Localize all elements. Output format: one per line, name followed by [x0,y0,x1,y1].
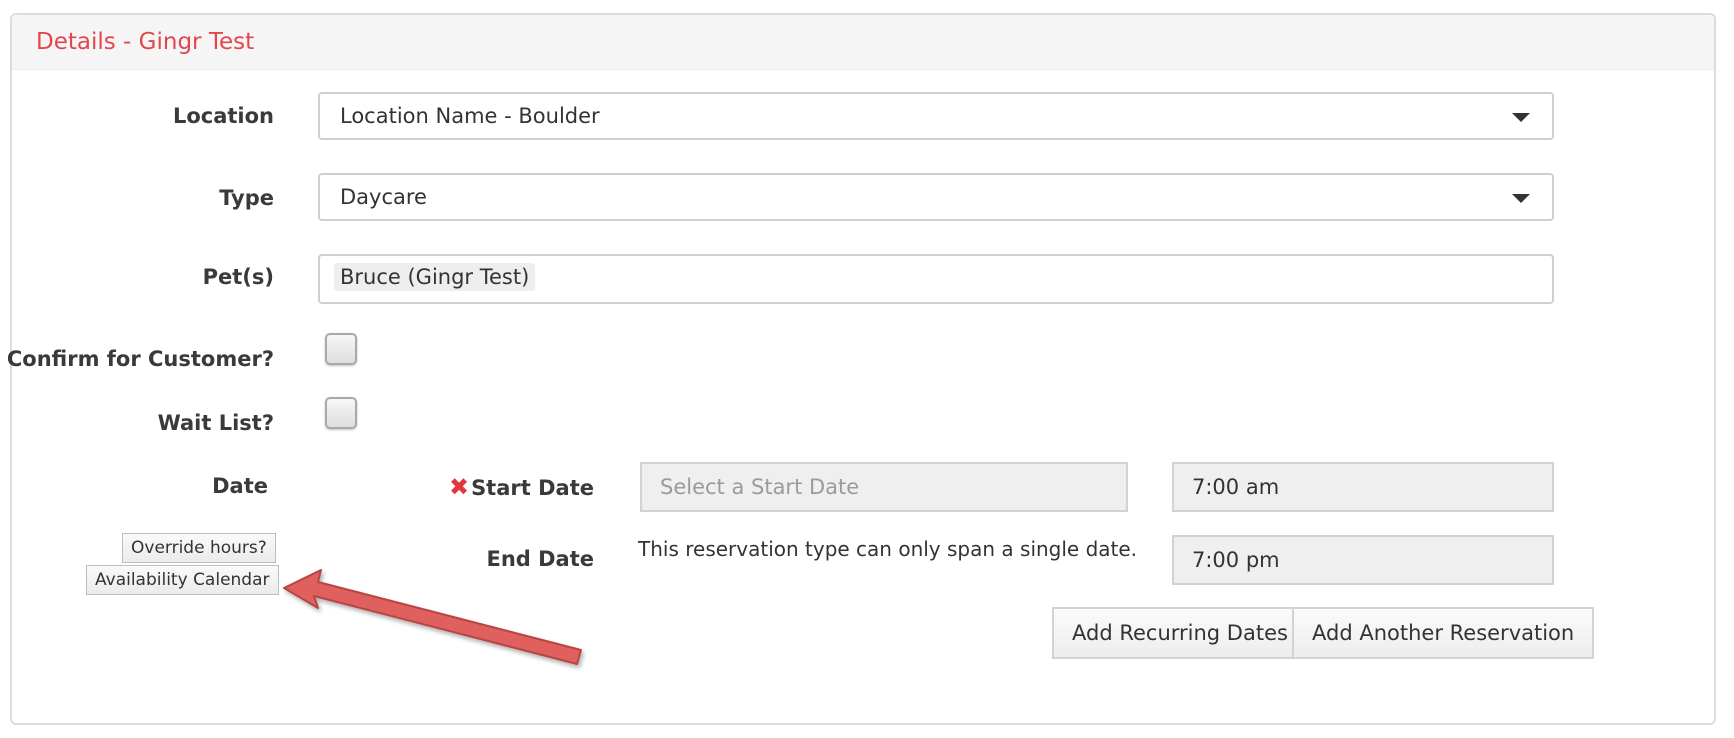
annotation-arrow-icon [283,569,582,665]
